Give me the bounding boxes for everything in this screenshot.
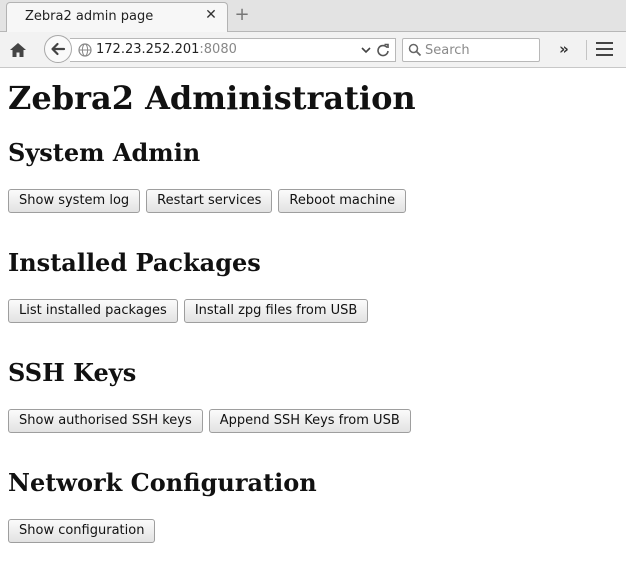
url-bar[interactable]: 172.23.252.201:8080 bbox=[70, 38, 396, 62]
tab-title: Zebra2 admin page bbox=[25, 9, 154, 24]
reload-icon[interactable] bbox=[376, 43, 390, 57]
search-bar[interactable] bbox=[402, 38, 540, 62]
system-admin-buttons: Show system log Restart services Reboot … bbox=[8, 189, 407, 213]
show-configuration-button[interactable]: Show configuration bbox=[8, 519, 156, 543]
navigation-bar: 172.23.252.201:8080 » bbox=[0, 32, 626, 68]
url-port: :8080 bbox=[199, 42, 237, 57]
close-tab-icon[interactable]: ✕ bbox=[203, 7, 219, 23]
list-installed-packages-button[interactable]: List installed packages bbox=[8, 299, 178, 323]
show-authorised-ssh-keys-button[interactable]: Show authorised SSH keys bbox=[8, 409, 203, 433]
installed-packages-buttons: List installed packages Install zpg file… bbox=[8, 299, 369, 323]
url-host: 172.23.252.201 bbox=[96, 42, 200, 57]
home-icon[interactable] bbox=[8, 40, 28, 60]
back-arrow-icon bbox=[51, 42, 66, 56]
hamburger-menu-icon[interactable] bbox=[596, 42, 613, 57]
back-button[interactable] bbox=[44, 35, 72, 63]
search-icon bbox=[408, 43, 422, 57]
network-configuration-buttons: Show configuration bbox=[8, 519, 156, 543]
restart-services-button[interactable]: Restart services bbox=[146, 189, 273, 213]
new-tab-icon[interactable]: + bbox=[233, 6, 251, 24]
tab-zebra2-admin[interactable]: Zebra2 admin page ✕ bbox=[6, 2, 228, 32]
section-heading-installed-packages: Installed Packages bbox=[8, 248, 261, 277]
reboot-machine-button[interactable]: Reboot machine bbox=[278, 189, 407, 213]
chevron-down-icon[interactable] bbox=[360, 44, 372, 56]
show-system-log-button[interactable]: Show system log bbox=[8, 189, 141, 213]
page-title: Zebra2 Administration bbox=[8, 79, 416, 117]
section-heading-system-admin: System Admin bbox=[8, 138, 201, 167]
section-heading-ssh-keys: SSH Keys bbox=[8, 358, 137, 387]
section-heading-network-configuration: Network Configuration bbox=[8, 468, 317, 497]
install-zpg-files-button[interactable]: Install zpg files from USB bbox=[183, 299, 369, 323]
overflow-chevron-icon[interactable]: » bbox=[556, 41, 572, 57]
globe-icon bbox=[78, 43, 92, 57]
toolbar-separator bbox=[586, 40, 587, 60]
append-ssh-keys-button[interactable]: Append SSH Keys from USB bbox=[208, 409, 411, 433]
url-text[interactable]: 172.23.252.201:8080 bbox=[96, 42, 237, 57]
tab-bar: Zebra2 admin page ✕ + bbox=[0, 0, 626, 32]
search-input[interactable] bbox=[425, 40, 535, 60]
ssh-keys-buttons: Show authorised SSH keys Append SSH Keys… bbox=[8, 409, 411, 433]
